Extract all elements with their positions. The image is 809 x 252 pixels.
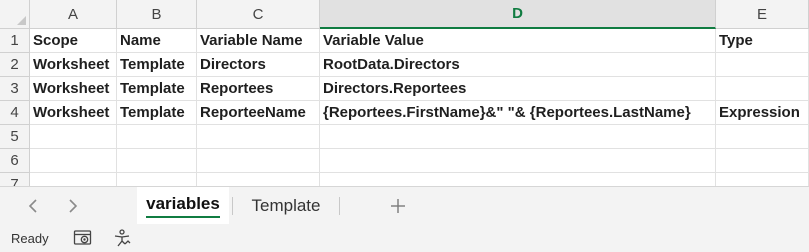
column-header-e[interactable]: E bbox=[716, 0, 809, 29]
accessibility-check-icon[interactable] bbox=[73, 229, 93, 247]
cell-e5[interactable] bbox=[716, 125, 809, 149]
tab-divider bbox=[339, 197, 340, 215]
cell-b4[interactable]: Template bbox=[117, 101, 197, 125]
column-header-b[interactable]: B bbox=[117, 0, 197, 29]
cell-a2[interactable]: Worksheet bbox=[30, 53, 117, 77]
column-header-a[interactable]: A bbox=[30, 0, 117, 29]
cell-b7[interactable] bbox=[117, 173, 197, 186]
cell-a7[interactable] bbox=[30, 173, 117, 186]
cell-c3[interactable]: Reportees bbox=[197, 77, 320, 101]
cell-c6[interactable] bbox=[197, 149, 320, 173]
status-text: Ready bbox=[11, 230, 49, 246]
sheet-tab-bar: variables Template bbox=[0, 186, 809, 224]
cell-c2[interactable]: Directors bbox=[197, 53, 320, 77]
sheet-tab-template[interactable]: Template bbox=[236, 187, 336, 224]
cell-c5[interactable] bbox=[197, 125, 320, 149]
cell-b3[interactable]: Template bbox=[117, 77, 197, 101]
sheet-tab-label: Template bbox=[251, 195, 321, 215]
row-header-3[interactable]: 3 bbox=[0, 77, 30, 101]
cell-e6[interactable] bbox=[716, 149, 809, 173]
cell-e1[interactable]: Type bbox=[716, 29, 809, 53]
cell-b1[interactable]: Name bbox=[117, 29, 197, 53]
cell-d4[interactable]: {Reportees.FirstName}&" "& {Reportees.La… bbox=[320, 101, 716, 125]
cell-c1[interactable]: Variable Name bbox=[197, 29, 320, 53]
cell-a6[interactable] bbox=[30, 149, 117, 173]
row-header-1[interactable]: 1 bbox=[0, 29, 30, 53]
select-all-button[interactable] bbox=[0, 0, 30, 29]
cell-b2[interactable]: Template bbox=[117, 53, 197, 77]
cell-a5[interactable] bbox=[30, 125, 117, 149]
cell-d7[interactable] bbox=[320, 173, 716, 186]
cell-a4[interactable]: Worksheet bbox=[30, 101, 117, 125]
cell-d3[interactable]: Directors.Reportees bbox=[320, 77, 716, 101]
row-header-5[interactable]: 5 bbox=[0, 125, 30, 149]
cell-d1[interactable]: Variable Value bbox=[320, 29, 716, 53]
select-all-triangle bbox=[17, 16, 26, 25]
chevron-right-icon[interactable] bbox=[56, 187, 90, 224]
cell-c7[interactable] bbox=[197, 173, 320, 186]
row-header-7[interactable]: 7 bbox=[0, 173, 30, 186]
plus-icon[interactable] bbox=[380, 187, 416, 224]
status-bar: Ready bbox=[0, 224, 809, 252]
sheet-tab-variables[interactable]: variables bbox=[137, 187, 229, 224]
macro-recorder-icon[interactable] bbox=[112, 229, 132, 247]
cell-d6[interactable] bbox=[320, 149, 716, 173]
cell-b5[interactable] bbox=[117, 125, 197, 149]
cell-b6[interactable] bbox=[117, 149, 197, 173]
row-header-4[interactable]: 4 bbox=[0, 101, 30, 125]
cell-e2[interactable] bbox=[716, 53, 809, 77]
sheet-tab-label: variables bbox=[146, 194, 220, 218]
cell-e4[interactable]: Expression bbox=[716, 101, 809, 125]
column-header-d[interactable]: D bbox=[320, 0, 716, 29]
cell-e7[interactable] bbox=[716, 173, 809, 186]
row-header-2[interactable]: 2 bbox=[0, 53, 30, 77]
tab-divider bbox=[232, 197, 233, 215]
chevron-left-icon[interactable] bbox=[16, 187, 50, 224]
cell-e3[interactable] bbox=[716, 77, 809, 101]
cell-a1[interactable]: Scope bbox=[30, 29, 117, 53]
cell-c4[interactable]: ReporteeName bbox=[197, 101, 320, 125]
cell-d5[interactable] bbox=[320, 125, 716, 149]
cell-a3[interactable]: Worksheet bbox=[30, 77, 117, 101]
cell-d2[interactable]: RootData.Directors bbox=[320, 53, 716, 77]
row-header-6[interactable]: 6 bbox=[0, 149, 30, 173]
column-header-c[interactable]: C bbox=[197, 0, 320, 29]
spreadsheet-grid[interactable]: A B C D E 1 Scope Name Variable Name Var… bbox=[0, 0, 809, 186]
